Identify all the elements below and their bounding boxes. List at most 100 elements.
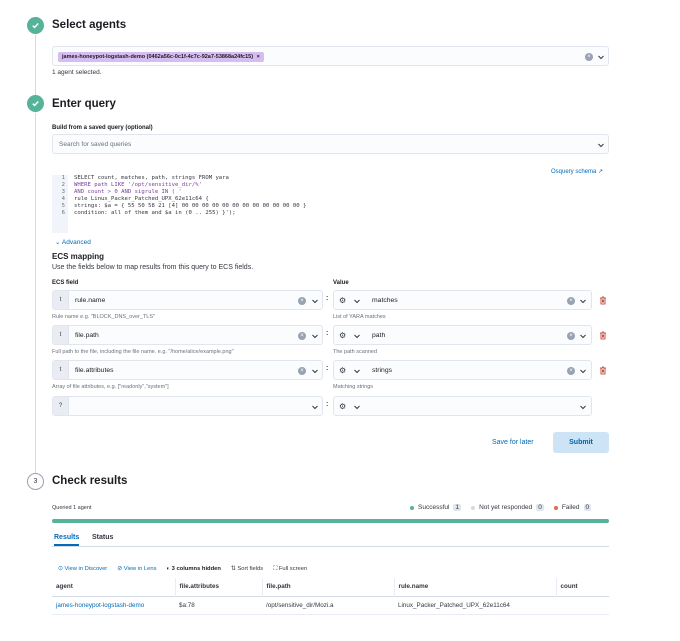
advanced-label: Advanced [61, 239, 91, 246]
code-line: SELECT count, matches, path, strings FRO… [74, 175, 229, 181]
ecs-value-select[interactable]: ⚙ strings × [333, 360, 592, 380]
step-number-three: 3 [27, 473, 44, 490]
ecs-field-help: Rule name e.g. "BLOCK_DNS_over_TLS" [52, 314, 155, 320]
line-number: 3 [61, 189, 65, 195]
cell-count [556, 596, 609, 614]
chevron-down-icon[interactable] [353, 332, 361, 340]
sort-icon: ⇅ [230, 566, 236, 572]
chip-close-icon[interactable]: × [257, 54, 260, 60]
query-column-icon[interactable]: ⚙ [339, 296, 346, 305]
full-screen-button[interactable]: ⛶ Full screen [273, 566, 307, 573]
saved-query-placeholder: Search for saved queries [59, 141, 132, 148]
lens-label: View in Lens [123, 566, 157, 572]
ecs-value-select[interactable]: ⚙ matches × [333, 290, 592, 310]
chevron-down-icon[interactable] [579, 403, 587, 411]
results-toolbar: ⊙ View in Discover ⊘ View in Lens ◐ 3 co… [52, 562, 609, 576]
chevron-down-icon[interactable] [579, 332, 587, 340]
osquery-schema-link[interactable]: Osquery schema ↗ [551, 168, 603, 175]
pending-count-badge: 0 [536, 504, 544, 511]
column-header-agent[interactable]: agent [52, 578, 176, 596]
value-header: Value [333, 280, 349, 286]
ecs-field-select[interactable]: ? [52, 396, 323, 416]
ecs-field-value: rule.name [75, 297, 106, 304]
chevron-down-icon[interactable] [311, 332, 319, 340]
clear-icon[interactable]: × [298, 367, 306, 375]
column-header-rule-name[interactable]: rule.name [394, 578, 557, 596]
agent-chip[interactable]: james-honeypot-logstash-demo (0462a56c-0… [58, 52, 264, 62]
ecs-value-help: Matching strings [333, 384, 374, 390]
save-for-later-button[interactable]: Save for later [492, 439, 534, 446]
full-screen-label: Full screen [278, 565, 308, 572]
step-complete-icon [27, 95, 44, 112]
line-number: 4 [61, 196, 65, 202]
results-tabs: Results Status [52, 533, 609, 547]
failed-dot-icon [553, 505, 558, 510]
ecs-field-value: file.path [75, 332, 99, 339]
step-title-check-results: Check results [52, 475, 128, 487]
chevron-down-icon[interactable] [353, 367, 361, 375]
column-header-file-path[interactable]: file.path [262, 578, 395, 596]
line-number: 1 [61, 175, 65, 181]
clear-icon[interactable]: × [298, 297, 306, 305]
clear-icon[interactable]: × [567, 332, 575, 340]
ecs-mapping-description: Use the fields below to map results from… [52, 264, 254, 271]
table-row: james-honeypot-logstash-demo $a:78 /opt/… [52, 596, 609, 614]
clear-icon[interactable]: × [585, 53, 593, 61]
agent-link[interactable]: james-honeypot-logstash-demo [52, 596, 175, 614]
line-number: 2 [61, 182, 65, 188]
discover-icon: ⊙ [58, 566, 63, 572]
query-editor[interactable]: 1 2 3 4 5 6 SELECT count, matches, path,… [52, 175, 609, 233]
tab-results[interactable]: Results [54, 534, 80, 546]
chevron-down-icon[interactable] [597, 141, 605, 149]
column-header-file-attributes[interactable]: file.attributes [175, 578, 263, 596]
results-progress-bar [52, 519, 609, 523]
discover-label: View in Discover [64, 566, 108, 572]
advanced-toggle[interactable]: ⌄ Advanced [55, 238, 91, 246]
submit-button[interactable]: Submit [553, 432, 609, 453]
ecs-field-header: ECS field [52, 280, 79, 286]
ecs-value-select[interactable]: ⚙ path × [333, 325, 592, 345]
query-column-icon[interactable]: ⚙ [339, 331, 346, 340]
ecs-field-select[interactable]: t rule.name × [52, 290, 323, 310]
cell-file-path: /opt/sensitive_dir/Mozi.a [266, 601, 334, 609]
step-complete-icon [27, 17, 44, 34]
chevron-down-icon[interactable] [311, 367, 319, 375]
ecs-value-select[interactable]: ⚙ [333, 396, 592, 416]
success-dot-icon [410, 505, 414, 510]
trash-icon[interactable] [599, 366, 607, 375]
line-numbers: 1 2 3 4 5 6 [52, 175, 68, 233]
chevron-down-icon[interactable] [579, 297, 587, 305]
ecs-field-help: Full path to the file, including the fil… [52, 349, 234, 355]
ecs-value-text: matches [372, 297, 398, 304]
clear-icon[interactable]: × [298, 332, 306, 340]
sort-fields-label: Sort fields [237, 566, 264, 572]
ecs-field-select[interactable]: t file.attributes × [52, 360, 323, 380]
clear-icon[interactable]: × [567, 367, 575, 375]
trash-icon[interactable] [599, 296, 607, 305]
chevron-down-icon[interactable] [579, 367, 587, 375]
chevron-down-icon[interactable] [353, 403, 361, 411]
agent-selector[interactable]: james-honeypot-logstash-demo (0462a56c-0… [52, 46, 609, 66]
ecs-value-help: The path scanned [333, 349, 378, 355]
trash-icon[interactable] [599, 331, 607, 340]
chevron-down-icon[interactable] [311, 297, 319, 305]
view-in-discover-button[interactable]: ⊙ View in Discover [58, 566, 107, 572]
code-line: AND count > 0 AND sigrule IN ( ' [74, 189, 182, 195]
code-line: strings: $a = { 55 50 58 21 [4] 00 00 00… [74, 203, 307, 209]
view-in-lens-button[interactable]: ⊘ View in Lens [117, 566, 156, 572]
ecs-field-select[interactable]: t file.path × [52, 325, 323, 345]
columns-hidden-button[interactable]: ◐ 3 columns hidden [166, 566, 220, 572]
column-header-count[interactable]: count [556, 578, 609, 596]
tab-status[interactable]: Status [92, 534, 113, 541]
query-column-icon[interactable]: ⚙ [339, 366, 346, 375]
query-column-icon[interactable]: ⚙ [339, 402, 346, 411]
mapping-colon: : [326, 295, 329, 302]
chevron-down-icon[interactable] [597, 53, 605, 61]
chevron-down-icon[interactable] [311, 403, 319, 411]
clear-icon[interactable]: × [567, 297, 575, 305]
code-line: rule Linux_Packer_Patched_UPX_62e11c64 { [74, 196, 209, 202]
pending-dot-icon [471, 505, 476, 510]
sort-fields-button[interactable]: ⇅ Sort fields [231, 566, 263, 572]
chevron-down-icon[interactable] [353, 297, 361, 305]
saved-query-select[interactable]: Search for saved queries [52, 134, 609, 154]
